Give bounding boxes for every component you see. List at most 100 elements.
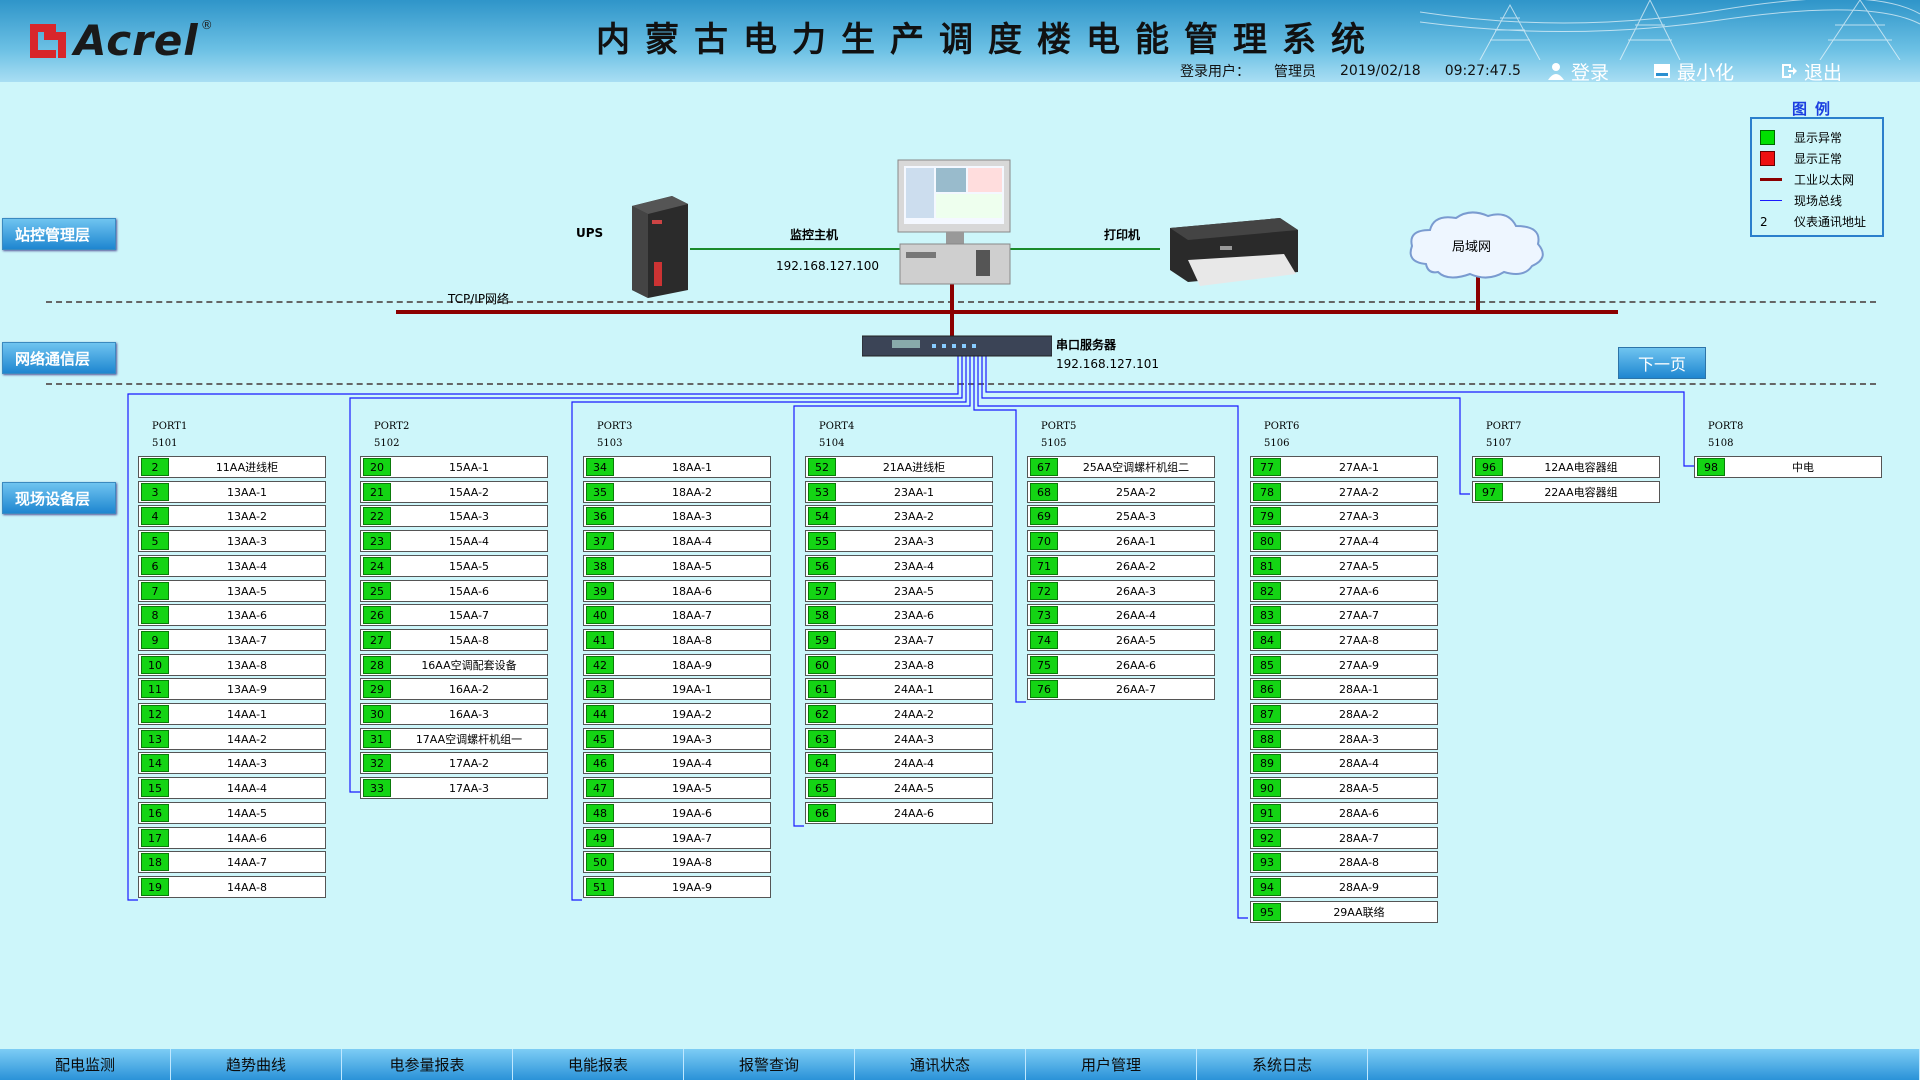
device-row[interactable]: 36 18AA-3 [583,505,771,527]
nav-item[interactable]: 配电监测 [0,1049,171,1080]
nav-item[interactable]: 电能报表 [513,1049,684,1080]
device-row[interactable]: 73 26AA-4 [1027,604,1215,626]
device-row[interactable]: 65 24AA-5 [805,777,993,799]
device-row[interactable]: 47 19AA-5 [583,777,771,799]
device-row[interactable]: 77 27AA-1 [1250,456,1438,478]
device-row[interactable]: 95 29AA联络 [1250,901,1438,923]
device-row[interactable]: 78 27AA-2 [1250,481,1438,503]
device-row[interactable]: 98 中电 [1694,456,1882,478]
device-row[interactable]: 7 13AA-5 [138,580,326,602]
device-row[interactable]: 53 23AA-1 [805,481,993,503]
device-row[interactable]: 88 28AA-3 [1250,728,1438,750]
monitoring-host-icon[interactable] [896,158,1014,286]
nav-item[interactable]: 电参量报表 [342,1049,513,1080]
device-row[interactable]: 64 24AA-4 [805,752,993,774]
device-row[interactable]: 55 23AA-3 [805,530,993,552]
device-row[interactable]: 28 16AA空调配套设备 [360,654,548,676]
device-row[interactable]: 66 24AA-6 [805,802,993,824]
device-row[interactable]: 86 28AA-1 [1250,678,1438,700]
device-row[interactable]: 21 15AA-2 [360,481,548,503]
device-row[interactable]: 2 11AA进线柜 [138,456,326,478]
serial-server-icon[interactable] [862,334,1052,358]
device-row[interactable]: 26 15AA-7 [360,604,548,626]
device-row[interactable]: 74 26AA-5 [1027,629,1215,651]
device-row[interactable]: 82 27AA-6 [1250,580,1438,602]
device-row[interactable]: 75 26AA-6 [1027,654,1215,676]
device-row[interactable]: 94 28AA-9 [1250,876,1438,898]
device-row[interactable]: 96 12AA电容器组 [1472,456,1660,478]
device-row[interactable]: 29 16AA-2 [360,678,548,700]
device-row[interactable]: 27 15AA-8 [360,629,548,651]
device-row[interactable]: 4 13AA-2 [138,505,326,527]
device-row[interactable]: 51 19AA-9 [583,876,771,898]
device-row[interactable]: 92 28AA-7 [1250,827,1438,849]
device-row[interactable]: 15 14AA-4 [138,777,326,799]
device-row[interactable]: 17 14AA-6 [138,827,326,849]
device-row[interactable]: 89 28AA-4 [1250,752,1438,774]
device-row[interactable]: 8 13AA-6 [138,604,326,626]
device-row[interactable]: 58 23AA-6 [805,604,993,626]
device-row[interactable]: 3 13AA-1 [138,481,326,503]
device-row[interactable]: 40 18AA-7 [583,604,771,626]
device-row[interactable]: 56 23AA-4 [805,555,993,577]
device-row[interactable]: 80 27AA-4 [1250,530,1438,552]
device-row[interactable]: 20 15AA-1 [360,456,548,478]
device-row[interactable]: 48 19AA-6 [583,802,771,824]
device-row[interactable]: 83 27AA-7 [1250,604,1438,626]
nav-item[interactable]: 报警查询 [684,1049,855,1080]
device-row[interactable]: 38 18AA-5 [583,555,771,577]
device-row[interactable]: 23 15AA-4 [360,530,548,552]
device-row[interactable]: 34 18AA-1 [583,456,771,478]
device-row[interactable]: 60 23AA-8 [805,654,993,676]
device-row[interactable]: 32 17AA-2 [360,752,548,774]
device-row[interactable]: 79 27AA-3 [1250,505,1438,527]
device-row[interactable]: 41 18AA-8 [583,629,771,651]
device-row[interactable]: 37 18AA-4 [583,530,771,552]
device-row[interactable]: 59 23AA-7 [805,629,993,651]
device-row[interactable]: 84 27AA-8 [1250,629,1438,651]
nav-item[interactable]: 通讯状态 [855,1049,1026,1080]
device-row[interactable]: 5 13AA-3 [138,530,326,552]
device-row[interactable]: 71 26AA-2 [1027,555,1215,577]
nav-item[interactable]: 趋势曲线 [171,1049,342,1080]
device-row[interactable]: 46 19AA-4 [583,752,771,774]
device-row[interactable]: 6 13AA-4 [138,555,326,577]
device-row[interactable]: 19 14AA-8 [138,876,326,898]
device-row[interactable]: 91 28AA-6 [1250,802,1438,824]
device-row[interactable]: 57 23AA-5 [805,580,993,602]
device-row[interactable]: 85 27AA-9 [1250,654,1438,676]
nav-item[interactable]: 系统日志 [1197,1049,1368,1080]
device-row[interactable]: 93 28AA-8 [1250,851,1438,873]
device-row[interactable]: 18 14AA-7 [138,851,326,873]
device-row[interactable]: 24 15AA-5 [360,555,548,577]
device-row[interactable]: 63 24AA-3 [805,728,993,750]
device-row[interactable]: 30 16AA-3 [360,703,548,725]
device-row[interactable]: 76 26AA-7 [1027,678,1215,700]
device-row[interactable]: 16 14AA-5 [138,802,326,824]
device-row[interactable]: 13 14AA-2 [138,728,326,750]
device-row[interactable]: 87 28AA-2 [1250,703,1438,725]
device-row[interactable]: 72 26AA-3 [1027,580,1215,602]
device-row[interactable]: 90 28AA-5 [1250,777,1438,799]
device-row[interactable]: 39 18AA-6 [583,580,771,602]
device-row[interactable]: 43 19AA-1 [583,678,771,700]
device-row[interactable]: 52 21AA进线柜 [805,456,993,478]
device-row[interactable]: 10 13AA-8 [138,654,326,676]
device-row[interactable]: 31 17AA空调螺杆机组一 [360,728,548,750]
next-page-button[interactable]: 下一页 [1618,347,1706,379]
device-row[interactable]: 33 17AA-3 [360,777,548,799]
device-row[interactable]: 44 19AA-2 [583,703,771,725]
device-row[interactable]: 50 19AA-8 [583,851,771,873]
device-row[interactable]: 70 26AA-1 [1027,530,1215,552]
device-row[interactable]: 97 22AA电容器组 [1472,481,1660,503]
device-row[interactable]: 25 15AA-6 [360,580,548,602]
device-row[interactable]: 54 23AA-2 [805,505,993,527]
device-row[interactable]: 67 25AA空调螺杆机组二 [1027,456,1215,478]
device-row[interactable]: 68 25AA-2 [1027,481,1215,503]
device-row[interactable]: 11 13AA-9 [138,678,326,700]
device-row[interactable]: 35 18AA-2 [583,481,771,503]
nav-item[interactable]: 用户管理 [1026,1049,1197,1080]
device-row[interactable]: 69 25AA-3 [1027,505,1215,527]
device-row[interactable]: 81 27AA-5 [1250,555,1438,577]
device-row[interactable]: 61 24AA-1 [805,678,993,700]
